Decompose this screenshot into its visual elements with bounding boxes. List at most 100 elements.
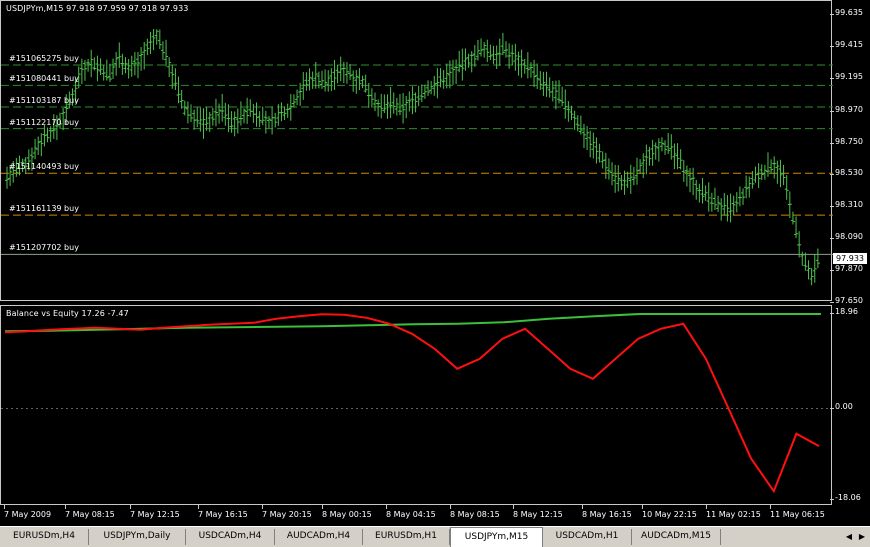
time-tick-label: 11 May 02:15 (706, 505, 761, 519)
ohlc-bar (513, 43, 518, 71)
ohlc-bar (647, 146, 652, 166)
order-label[interactable]: #151103187 buy (9, 96, 79, 105)
ohlc-bar (697, 183, 702, 203)
ohlc-bar (457, 50, 462, 73)
ohlc-bar (242, 108, 247, 124)
chart-tab[interactable]: AUDCADm,H4 (275, 529, 363, 545)
ohlc-bar (606, 158, 611, 180)
ohlc-bar (313, 62, 318, 89)
chart-tab[interactable]: USDCADm,H1 (543, 529, 632, 545)
ohlc-bar (354, 70, 359, 94)
ohlc-bar (622, 170, 627, 195)
ohlc-bar (151, 28, 156, 51)
ohlc-bar (248, 99, 253, 117)
price-tick-label: 98.310 (830, 200, 863, 209)
chart-tab[interactable]: EURUSDm,H4 (0, 529, 89, 545)
ohlc-bar (504, 41, 509, 58)
time-tick-label: 8 May 16:15 (582, 505, 632, 519)
ohlc-bar (426, 80, 431, 96)
indicator-canvas (1, 313, 833, 494)
price-tick-label: 98.090 (830, 232, 863, 241)
ohlc-bar (787, 191, 792, 219)
ohlc-bar (201, 108, 206, 139)
ohlc-bar (475, 39, 480, 61)
price-tick-label: 98.970 (830, 105, 863, 114)
ohlc-bar (198, 107, 203, 132)
ohlc-bar (291, 94, 296, 108)
chart-tab[interactable]: EURUSDm,H1 (363, 529, 450, 545)
ohlc-bar (235, 108, 240, 134)
ohlc-bar (160, 41, 165, 60)
ohlc-bar (663, 140, 668, 155)
price-tick-label: 99.635 (830, 8, 863, 17)
time-tick-label: 7 May 20:15 (262, 505, 312, 519)
ohlc-bar (712, 187, 717, 211)
ohlc-bar (669, 134, 674, 160)
time-tick-label: 7 May 12:15 (130, 505, 180, 519)
ohlc-bar (482, 42, 487, 58)
ohlc-bar (210, 108, 215, 126)
ohlc-bar (273, 113, 278, 128)
order-label[interactable]: #151207702 buy (9, 243, 79, 252)
ohlc-bar (441, 70, 446, 89)
tab-scroll-right-icon[interactable]: ▶ (856, 531, 868, 543)
price-chart-panel[interactable]: USDJPYm,M15 97.918 97.959 97.918 97.933 … (0, 0, 833, 301)
indicator-panel[interactable]: Balance vs Equity 17.26 -7.47 (0, 305, 833, 505)
ohlc-bar (260, 106, 265, 126)
chart-tab[interactable]: AUDCADm,M15 (632, 529, 721, 545)
ohlc-bar (812, 254, 817, 283)
ohlc-bar (762, 164, 767, 180)
ohlc-bar (326, 70, 331, 92)
terminal-window: USDJPYm,M15 97.918 97.959 97.918 97.933 … (0, 0, 870, 547)
ohlc-bar (560, 86, 565, 107)
ohlc-bar (357, 68, 362, 91)
ohlc-bar (538, 71, 543, 91)
ohlc-bar (39, 133, 44, 157)
time-tick-label: 8 May 08:15 (450, 505, 500, 519)
ohlc-bar (139, 47, 144, 71)
indicator-tick-label: -18.06 (830, 493, 861, 502)
ohlc-bar (678, 149, 683, 170)
ohlc-bar (360, 75, 365, 89)
order-label[interactable]: #151122170 buy (9, 118, 79, 127)
tab-scroll-left-icon[interactable]: ◀ (843, 531, 855, 543)
ohlc-bar (176, 76, 181, 104)
ohlc-bar (438, 68, 443, 88)
price-tick-label: 99.195 (830, 72, 863, 81)
time-tick-label: 8 May 04:15 (386, 505, 436, 519)
ohlc-bar (563, 89, 568, 119)
price-tick-label: 97.870 (830, 264, 863, 273)
ohlc-bar (245, 97, 250, 124)
ohlc-bar (298, 82, 303, 106)
ohlc-bar (282, 106, 287, 120)
ohlc-bar (797, 231, 802, 258)
ohlc-bar (463, 48, 468, 71)
order-label[interactable]: #151080441 buy (9, 74, 79, 83)
ohlc-bar (569, 105, 574, 121)
ohlc-bar (694, 179, 699, 200)
order-label[interactable]: #151065275 buy (9, 54, 79, 63)
chart-tab[interactable]: USDJPYm,Daily (89, 529, 186, 545)
ohlc-bar (675, 143, 680, 170)
ohlc-bar (619, 174, 624, 190)
ohlc-bar (111, 58, 116, 79)
order-label[interactable]: #151140493 buy (9, 162, 79, 171)
chart-tab-bar: ◀ ▶ EURUSDm,H4 USDJPYm,Daily USDCADm,H4 AUD… (0, 526, 870, 547)
ohlc-bar (79, 58, 84, 84)
ohlc-bar (413, 92, 418, 113)
ohlc-bar (444, 63, 449, 89)
ohlc-bar (335, 64, 340, 84)
time-tick-label: 10 May 22:15 (642, 505, 697, 519)
ohlc-bar (709, 192, 714, 212)
chart-tab[interactable]: USDJPYm,M15 (450, 527, 543, 547)
ohlc-bar (684, 165, 689, 187)
chart-tab[interactable]: USDCADm,H4 (186, 529, 275, 545)
ohlc-bar (379, 93, 384, 119)
ohlc-bar (800, 251, 805, 266)
order-label[interactable]: #151161139 buy (9, 204, 79, 213)
indicator-tick-label: 0.00 (830, 402, 853, 411)
ohlc-bar (790, 211, 795, 225)
ohlc-bar (145, 38, 150, 56)
ohlc-bar (167, 57, 172, 78)
ohlc-bar (114, 52, 119, 76)
